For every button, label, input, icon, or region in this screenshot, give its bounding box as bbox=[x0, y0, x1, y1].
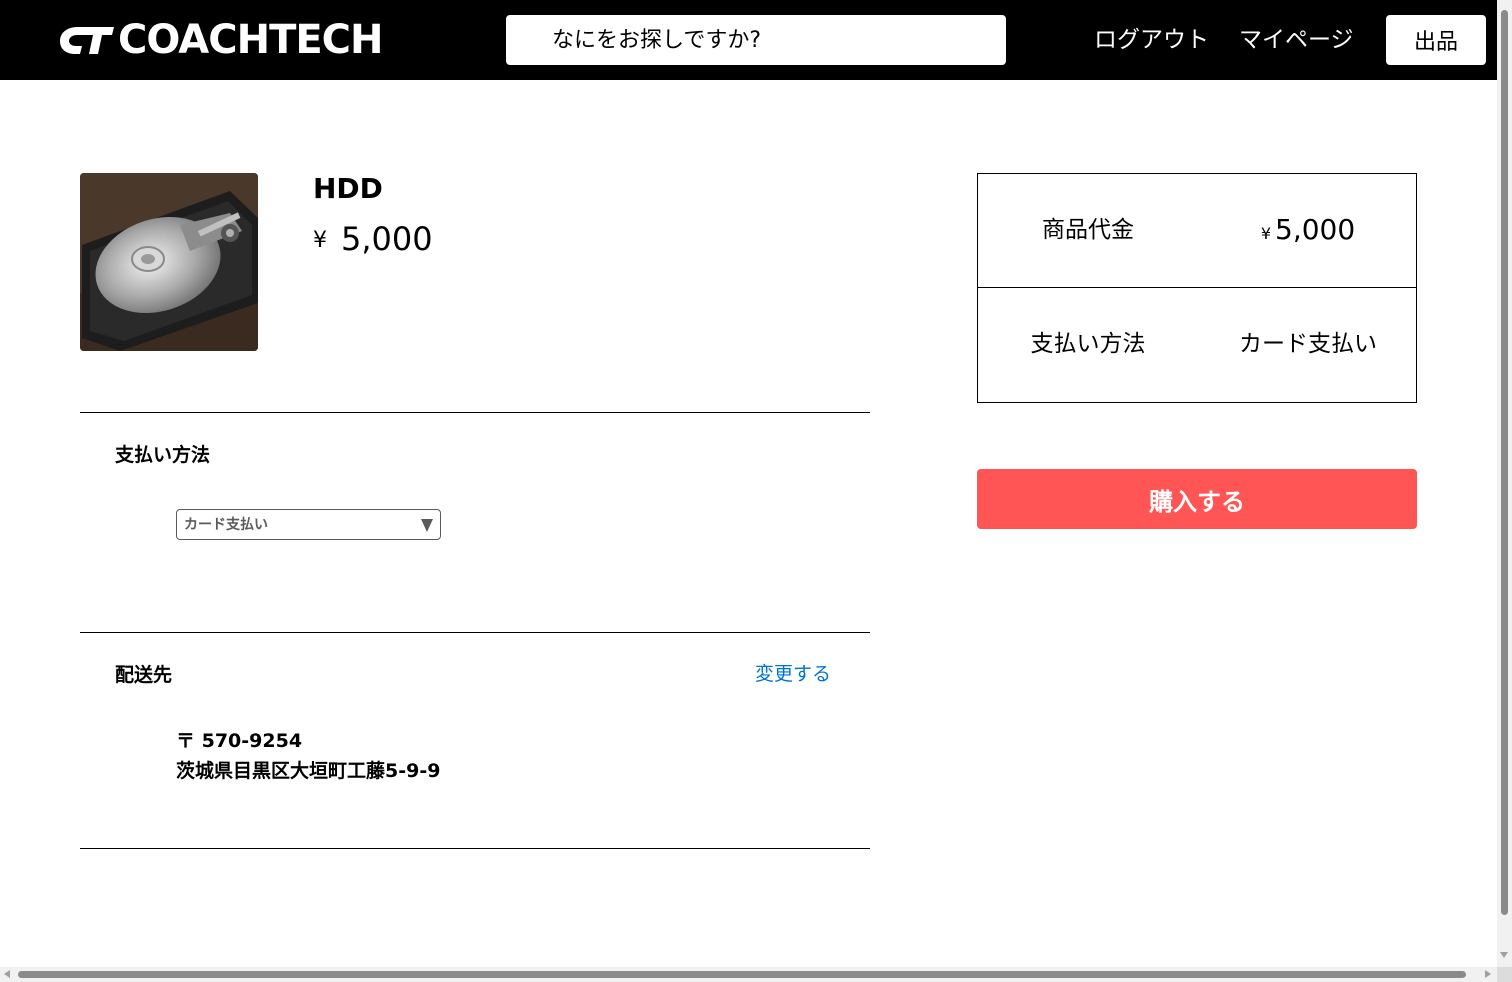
hdd-photo-icon bbox=[80, 173, 258, 351]
logout-link[interactable]: ログアウト bbox=[1094, 24, 1209, 56]
change-address-link[interactable]: 変更する bbox=[755, 661, 831, 687]
price-value: 5,000 bbox=[341, 220, 433, 258]
dropdown-arrow-icon bbox=[421, 519, 433, 532]
summary-price-row: 商品代金 ¥5,000 bbox=[978, 174, 1416, 288]
logo-mark-icon bbox=[60, 27, 114, 54]
product-name: HDD bbox=[313, 172, 383, 205]
summary-payment-value: カード支払い bbox=[1239, 331, 1377, 357]
summary-payment-row: 支払い方法 カード支払い bbox=[978, 288, 1416, 402]
scroll-down-arrow-icon[interactable] bbox=[1500, 952, 1508, 958]
horizontal-scrollbar[interactable] bbox=[0, 967, 1497, 982]
summary-price-value: ¥5,000 bbox=[1198, 214, 1418, 250]
vertical-scrollbar[interactable] bbox=[1497, 0, 1512, 967]
postal-code: 〒 570-9254 bbox=[176, 730, 303, 752]
payment-method-title: 支払い方法 bbox=[115, 444, 211, 466]
divider bbox=[80, 412, 870, 413]
summary-payment-label: 支払い方法 bbox=[1030, 331, 1146, 357]
scroll-right-arrow-icon[interactable] bbox=[1485, 970, 1491, 978]
shipping-title: 配送先 bbox=[115, 664, 173, 686]
summary-price-label: 商品代金 bbox=[1042, 217, 1134, 243]
shipping-address: 茨城県目黒区大垣町工藤5-9-9 bbox=[176, 760, 441, 782]
order-summary: 商品代金 ¥5,000 支払い方法 カード支払い bbox=[977, 173, 1417, 403]
price-currency: ¥ bbox=[313, 228, 327, 253]
divider bbox=[80, 632, 870, 633]
summary-price-currency: ¥ bbox=[1260, 224, 1271, 243]
payment-method-selected: カード支払い bbox=[184, 517, 268, 533]
mypage-link[interactable]: マイページ bbox=[1239, 24, 1354, 56]
horizontal-scrollbar-thumb[interactable] bbox=[18, 971, 1466, 978]
sell-button[interactable]: 出品 bbox=[1386, 15, 1486, 65]
vertical-scrollbar-thumb[interactable] bbox=[1501, 10, 1508, 915]
divider bbox=[80, 848, 870, 849]
purchase-button[interactable]: 購入する bbox=[977, 469, 1417, 529]
scroll-left-arrow-icon[interactable] bbox=[4, 970, 10, 978]
product-image bbox=[80, 173, 258, 351]
search-input[interactable] bbox=[506, 15, 1006, 65]
summary-price-amount: 5,000 bbox=[1275, 213, 1356, 246]
logo-text: COACHTECH bbox=[118, 17, 384, 63]
payment-method-select[interactable]: カード支払い bbox=[176, 509, 441, 540]
scrollbar-corner bbox=[1497, 967, 1512, 982]
header: COACHTECH ログアウト マイページ 出品 bbox=[0, 0, 1497, 80]
product-price: ¥5,000 bbox=[313, 220, 433, 260]
coachtech-logo[interactable]: COACHTECH bbox=[56, 17, 384, 63]
